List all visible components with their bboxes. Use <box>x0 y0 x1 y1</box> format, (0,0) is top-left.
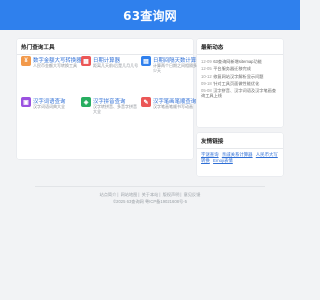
footer-link[interactable]: 关于本站 <box>142 192 159 197</box>
hot-tools-title: 热门查询工具 <box>17 39 193 55</box>
news-item: 12-05 平台服务器迁移完成 <box>201 65 279 72</box>
friend-link[interactable]: Emoji表情 <box>213 158 233 163</box>
news-text: 汉字拼音、汉字词语及汉字笔画查询工具上线 <box>201 87 277 99</box>
news-date: 12-09 <box>201 59 212 64</box>
tool-desc: 计算两个日期之间相隔多少天 <box>153 63 197 74</box>
book-icon: ▣ <box>21 97 31 107</box>
news-text: 针对工具页面做性能优化 <box>213 81 260 87</box>
news-text: 平台服务器迁移完成 <box>213 66 251 72</box>
footer-link[interactable]: 网站地图 <box>121 192 138 197</box>
site-header: 63查询网 <box>0 0 300 30</box>
footer-nav: 站点简介| 网站地图| 关于本站| 版权声明| 意见反馈 <box>99 192 201 197</box>
tool-stroke-lookup[interactable]: ✎ 汉字笔画笔顺查询 汉字笔画笔顺书写动画 <box>141 97 197 131</box>
tool-desc: 人民币金额大写转换工具 <box>33 63 77 68</box>
tool-desc: 距离几天前/后是几月几号 <box>93 63 139 68</box>
calendar-range-icon: ▤ <box>141 56 151 66</box>
news-item: 09-18 针对工具页面做性能优化 <box>201 80 279 87</box>
latest-news-card: 最新动态 12-09 63查询网新增sitemap功能 12-05 平台服务器迁移完… <box>197 39 283 127</box>
brush-icon: ✎ <box>141 97 151 107</box>
latest-news-title: 最新动态 <box>197 39 283 55</box>
tool-date-calculator[interactable]: ▦ 日期计算器 距离几天前/后是几月几号 <box>81 56 139 90</box>
news-date: 09-18 <box>201 81 212 87</box>
friend-link[interactable]: 字谜查询 <box>201 152 219 157</box>
pinyin-icon: ◈ <box>81 97 91 107</box>
news-item: 05-08 汉字拼音、汉字词语及汉字笔画查询工具上线 <box>201 88 279 101</box>
friend-link[interactable]: 亲戚关系计算器 <box>222 152 253 157</box>
tool-desc: 汉字转拼音、多音字拼音大全 <box>93 104 137 115</box>
footer-link[interactable]: 版权声明 <box>163 192 180 197</box>
calendar-icon: ▦ <box>81 56 91 66</box>
news-date: 12-05 <box>201 66 212 72</box>
news-item: 10-12 修复网站汉字解析显示问题 <box>201 73 279 80</box>
news-date: 10-12 <box>201 73 212 79</box>
news-date: 05-08 <box>201 87 212 93</box>
news-text: 修复网站汉字解析显示问题 <box>213 73 264 79</box>
tool-pinyin-lookup[interactable]: ◈ 汉字拼音查询 汉字转拼音、多音字拼音大全 <box>81 97 137 131</box>
site-footer: 站点简介| 网站地图| 关于本站| 版权声明| 意见反馈 ©2025 63查询网… <box>0 191 300 205</box>
news-item: 12-09 63查询网新增sitemap功能 <box>201 58 279 65</box>
news-list: 12-09 63查询网新增sitemap功能 12-05 平台服务器迁移完成 10-… <box>197 55 283 104</box>
friend-links-card: 友情链接 字谜查询 亲戚关系计算器 人民币大写转换 Emoji表情 <box>197 133 283 176</box>
tool-desc: 汉字笔画笔顺书写动画 <box>153 104 193 109</box>
news-text: 63查询网新增sitemap功能 <box>213 59 262 64</box>
hot-tools-card: 热门查询工具 ¥ 数字金额大写转换器 人民币金额大写转换工具 ▦ 日期计算器 距… <box>17 39 202 159</box>
footer-link[interactable]: 站点简介 <box>100 192 117 197</box>
footer-divider <box>35 186 265 187</box>
friend-links-title: 友情链接 <box>197 133 283 149</box>
copyright: ©2025 63查询网 粤ICP备19021608号-5 <box>113 199 187 205</box>
tool-desc: 汉字词语词典大全 <box>33 104 65 109</box>
yuan-icon: ¥ <box>21 56 31 66</box>
footer-link[interactable]: 意见反馈 <box>184 192 201 197</box>
friend-links-list: 字谜查询 亲戚关系计算器 人民币大写转换 Emoji表情 <box>197 149 283 167</box>
site-logo[interactable]: 63查询网 <box>123 7 177 24</box>
tool-word-lookup[interactable]: ▣ 汉字词语查询 汉字词语词典大全 <box>21 97 77 131</box>
tool-amount-uppercase[interactable]: ¥ 数字金额大写转换器 人民币金额大写转换工具 <box>21 56 82 90</box>
tool-date-interval[interactable]: ▤ 日期间隔天数计算器 计算两个日期之间相隔多少天 <box>141 56 202 90</box>
